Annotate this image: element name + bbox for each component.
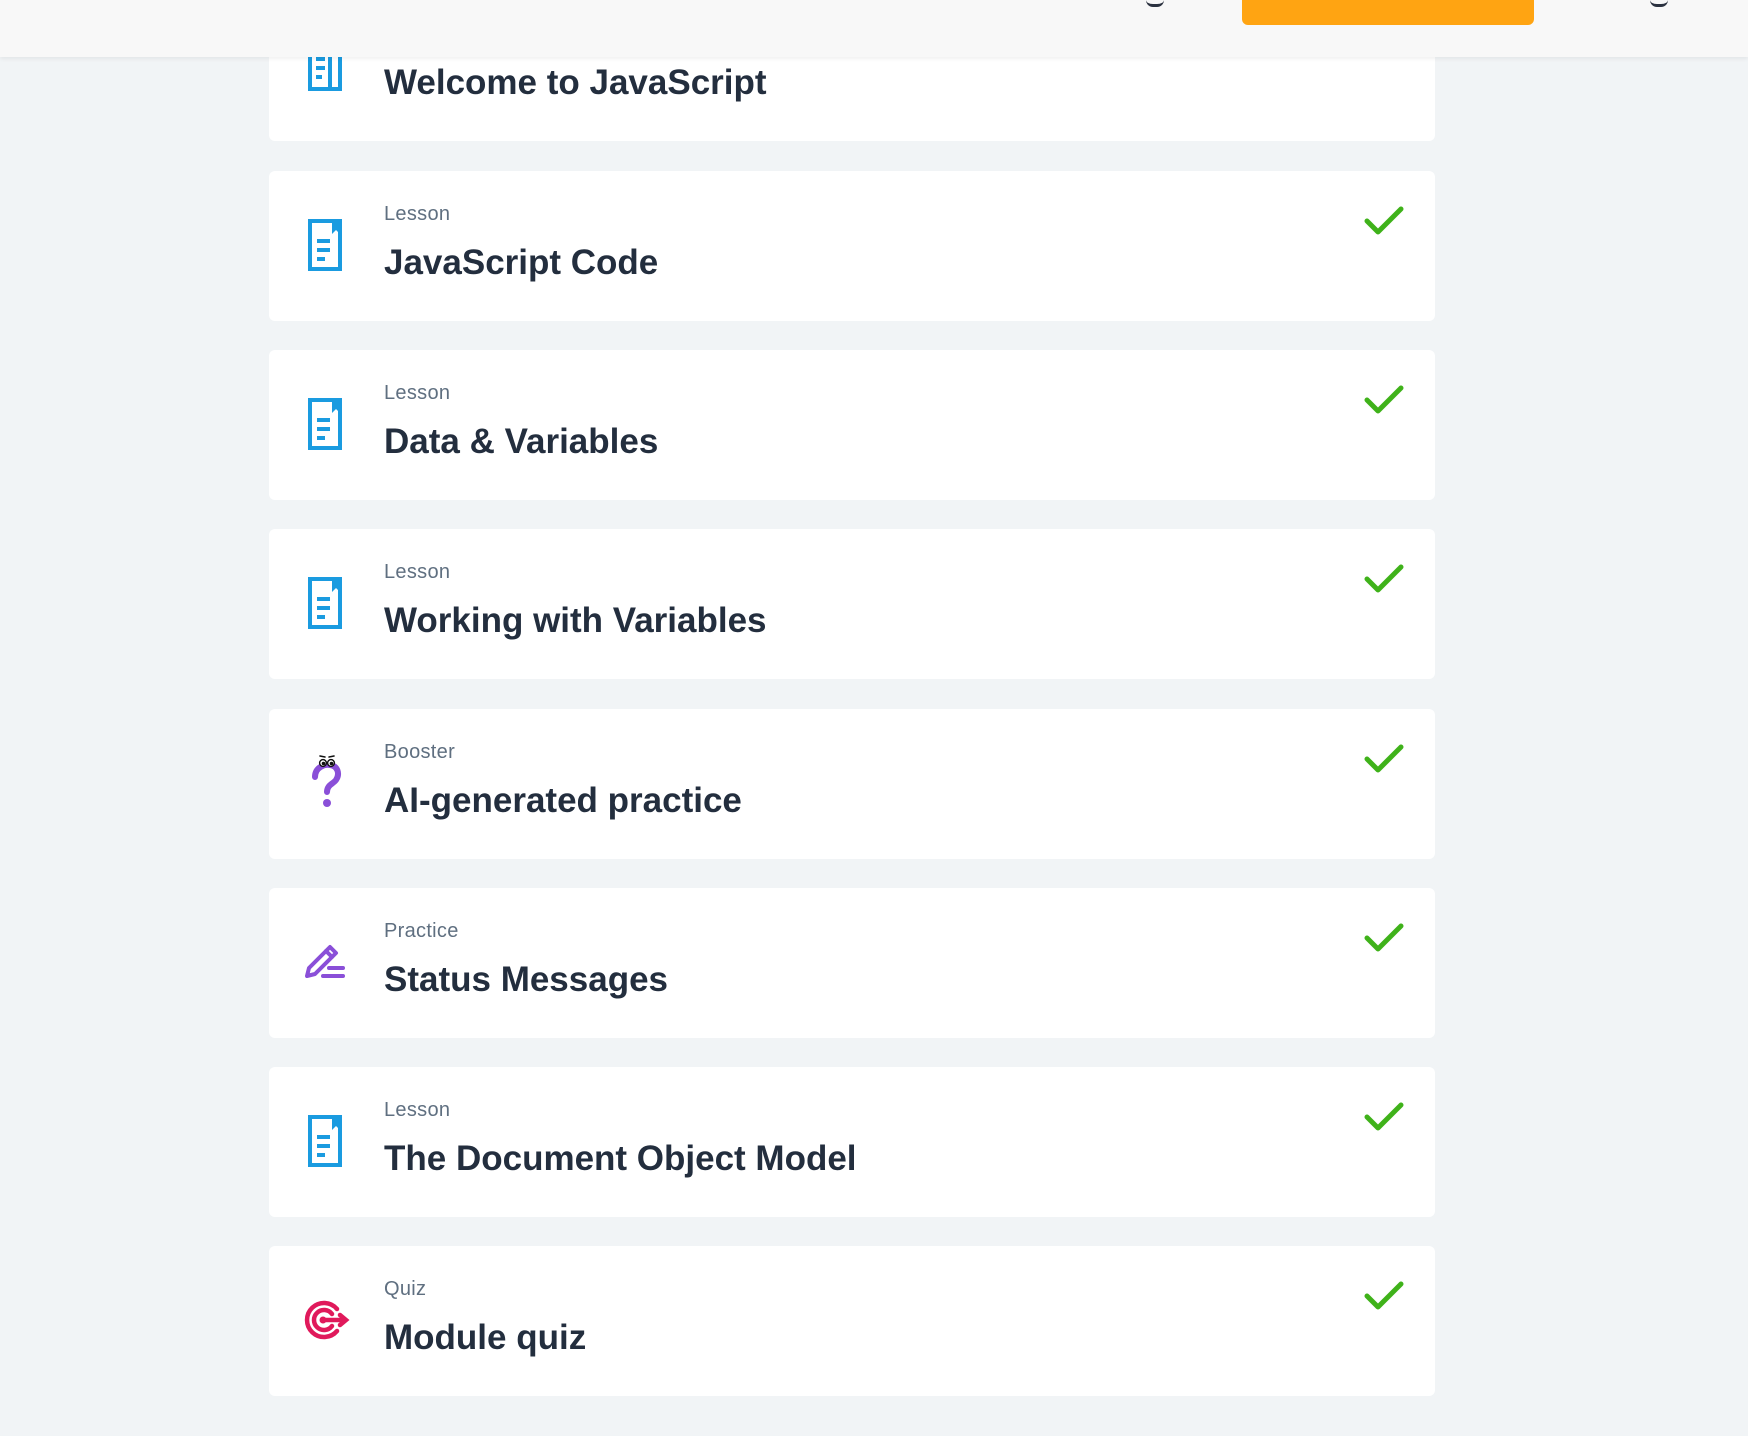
item-title: Welcome to JavaScript: [384, 63, 767, 102]
module-item-data-variables[interactable]: Lesson Data & Variables: [269, 350, 1435, 500]
nav-glyph-partial: [1146, 0, 1164, 7]
target-arrow-icon: [304, 1300, 350, 1340]
item-title: Status Messages: [384, 960, 669, 999]
item-type-label: Lesson: [384, 203, 451, 225]
completed-check-icon: [1364, 206, 1404, 235]
lesson-document-icon: [308, 219, 342, 271]
module-item-javascript-code[interactable]: Lesson JavaScript Code: [269, 171, 1435, 321]
completed-check-icon: [1364, 1281, 1404, 1310]
item-title: Module quiz: [384, 1318, 587, 1357]
item-title: AI-generated practice: [384, 781, 742, 820]
item-type-label: Quiz: [384, 1278, 427, 1300]
lesson-document-icon: [308, 1115, 342, 1167]
completed-check-icon: [1364, 385, 1404, 414]
item-type-label: Lesson: [384, 1099, 451, 1121]
module-item-module-quiz[interactable]: Quiz Module quiz: [269, 1246, 1435, 1396]
item-title: JavaScript Code: [384, 243, 659, 282]
item-type-label: Practice: [384, 920, 459, 942]
module-item-status-messages[interactable]: Practice Status Messages: [269, 888, 1435, 1038]
pencil-lines-icon: [305, 945, 345, 978]
item-title: Data & Variables: [384, 422, 659, 461]
lesson-document-icon: [308, 577, 342, 629]
item-type-label: Lesson: [384, 561, 451, 583]
question-mark-character-icon: [312, 755, 341, 807]
primary-cta-button[interactable]: [1242, 0, 1534, 25]
module-item-ai-generated-practice[interactable]: Booster AI-generated practice: [269, 709, 1435, 859]
lesson-document-icon: [308, 398, 342, 450]
item-type-label: Booster: [384, 741, 456, 763]
module-item-document-object-model[interactable]: Lesson The Document Object Model: [269, 1067, 1435, 1217]
item-title: The Document Object Model: [384, 1139, 857, 1178]
nav-glyph-partial-right: [1650, 0, 1668, 7]
item-type-label: Lesson: [384, 382, 451, 404]
module-item-working-with-variables[interactable]: Lesson Working with Variables: [269, 529, 1435, 679]
top-navigation-bar: [0, 0, 1748, 57]
completed-check-icon: [1364, 744, 1404, 773]
completed-check-icon: [1364, 923, 1404, 952]
completed-check-icon: [1364, 1102, 1404, 1131]
completed-check-icon: [1364, 564, 1404, 593]
item-title: Working with Variables: [384, 601, 767, 640]
